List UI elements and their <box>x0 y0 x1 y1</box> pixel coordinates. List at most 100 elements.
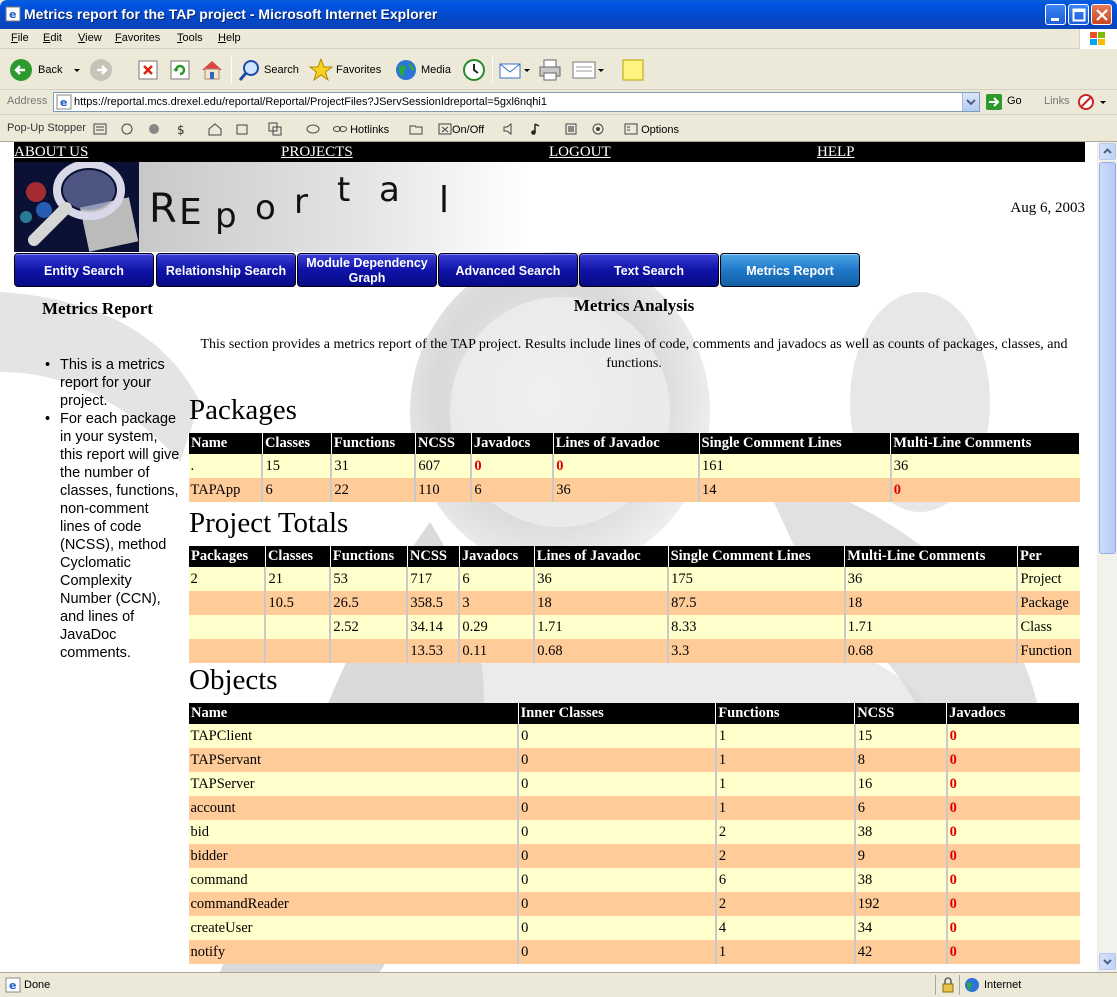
menu-edit[interactable]: Edit <box>43 32 62 44</box>
table-cell: 38 <box>853 868 947 892</box>
table-cell: 0 <box>945 748 1080 772</box>
links-label[interactable]: Links <box>1044 95 1070 107</box>
table-row: TAPServer 0 1 16 0 <box>188 772 1080 796</box>
options-button[interactable]: Options <box>624 122 679 136</box>
table-cell: 6 <box>714 868 855 892</box>
metrics-report-button[interactable]: Metrics Report <box>720 253 860 287</box>
scroll-down-button[interactable] <box>1099 953 1116 970</box>
edit-page-icon <box>572 61 604 79</box>
scroll-up-button[interactable] <box>1099 143 1116 160</box>
table-row: 13.53 0.11 0.68 3.3 0.68 Function <box>188 639 1080 663</box>
popup-tool-14-icon[interactable] <box>591 122 605 136</box>
table-cell: 2 <box>188 567 266 591</box>
table-cell: 717 <box>406 567 460 591</box>
title-bar[interactable]: e Metrics report for the TAP project - M… <box>0 0 1117 29</box>
entity-search-button[interactable]: Entity Search <box>14 253 154 287</box>
stop-button[interactable] <box>136 57 162 83</box>
maximize-icon <box>1072 8 1086 22</box>
table-cell: 0.11 <box>458 639 535 663</box>
table-cell <box>188 615 266 639</box>
popup-tool-8-icon[interactable] <box>306 122 320 136</box>
search-button[interactable]: Search <box>237 57 301 83</box>
table-cell: 87.5 <box>667 591 845 615</box>
table-cell: . <box>188 454 263 478</box>
menu-favorites[interactable]: Favorites <box>115 32 160 44</box>
hotlinks-button[interactable]: Hotlinks <box>333 122 389 136</box>
history-button[interactable] <box>461 57 487 83</box>
media-button[interactable]: Media <box>393 57 455 83</box>
sidebar-title: Metrics Report <box>42 299 153 318</box>
table-header-row: Packages Classes Functions NCSS Javadocs Line… <box>188 546 1081 567</box>
home-button[interactable] <box>199 57 225 83</box>
menu-help[interactable]: Help <box>218 32 241 44</box>
menu-tools[interactable]: Tools <box>177 32 203 44</box>
address-input[interactable]: e https://reportal.mcs.drexel.edu/report… <box>53 92 980 112</box>
table-cell: bidder <box>188 844 519 868</box>
table-cell: 2.52 <box>329 615 408 639</box>
internet-globe-icon <box>965 978 979 992</box>
close-icon <box>1096 9 1108 21</box>
back-button[interactable]: Back <box>8 57 68 83</box>
back-dropdown-icon[interactable] <box>72 57 86 83</box>
column-header: NCSS <box>414 433 472 454</box>
advanced-search-button[interactable]: Advanced Search <box>438 253 578 287</box>
forward-button[interactable] <box>88 57 124 83</box>
home-small-icon[interactable] <box>208 122 222 136</box>
menu-file[interactable]: File <box>11 32 29 44</box>
edit-button[interactable] <box>571 57 607 83</box>
relationship-search-button[interactable]: Relationship Search <box>156 253 296 287</box>
mail-button[interactable] <box>498 57 532 83</box>
list-item: This is a metrics report for your projec… <box>42 356 182 410</box>
options-icon <box>624 123 638 135</box>
sound-icon[interactable] <box>502 122 516 136</box>
dollar-icon[interactable]: $ <box>174 122 188 136</box>
table-cell: 6 <box>853 796 947 820</box>
notes-button[interactable] <box>620 57 646 83</box>
folder-icon[interactable] <box>409 122 423 136</box>
close-button[interactable] <box>1091 4 1112 25</box>
column-header: Name <box>188 703 519 724</box>
address-dropdown-button[interactable] <box>962 93 979 111</box>
table-cell: 36 <box>533 567 669 591</box>
table-row: TAPApp 6 22 110 6 36 14 0 <box>188 478 1080 502</box>
refresh-button[interactable] <box>168 57 194 83</box>
vertical-scrollbar[interactable] <box>1097 142 1117 972</box>
favorites-button[interactable]: Favorites <box>308 57 388 83</box>
popup-tool-13-icon[interactable] <box>564 122 578 136</box>
column-header: Javadocs <box>946 703 1080 724</box>
onoff-button[interactable]: On/Off <box>438 122 484 136</box>
table-cell <box>329 639 408 663</box>
table-cell: 6 <box>458 567 535 591</box>
popup-tool-6-icon[interactable] <box>235 122 249 136</box>
logout-link[interactable]: LOGOUT <box>549 144 611 161</box>
popup-tool-2-icon[interactable] <box>120 122 134 136</box>
music-note-icon[interactable] <box>529 122 543 136</box>
column-header: Javadocs <box>458 546 535 567</box>
popup-tool-3-icon[interactable] <box>147 122 161 136</box>
projects-link[interactable]: PROJECTS <box>281 144 353 161</box>
table-cell: 36 <box>889 454 1080 478</box>
table-row: TAPServant 0 1 8 0 <box>188 748 1080 772</box>
minimize-icon <box>1051 18 1059 21</box>
column-header: NCSS <box>406 546 460 567</box>
popup-tool-1-icon[interactable] <box>93 122 107 136</box>
text-search-button[interactable]: Text Search <box>579 253 719 287</box>
popup-tool-7-icon[interactable] <box>268 122 282 136</box>
table-cell: 0 <box>945 772 1080 796</box>
popup-blocker-icon[interactable] <box>1078 94 1112 110</box>
svg-text:e: e <box>9 8 16 21</box>
about-us-link[interactable]: ABOUT US <box>14 144 88 161</box>
maximize-button[interactable] <box>1068 4 1089 25</box>
minimize-button[interactable] <box>1045 4 1066 25</box>
menu-view[interactable]: View <box>78 32 102 44</box>
scroll-thumb[interactable] <box>1099 162 1116 554</box>
table-cell: 8 <box>853 748 947 772</box>
go-button[interactable]: Go <box>985 93 1035 112</box>
print-button[interactable] <box>537 57 563 83</box>
table-row: 2 21 53 717 6 36 175 36 Project <box>188 567 1080 591</box>
table-cell: 0 <box>889 478 1080 502</box>
column-header: Javadocs <box>470 433 554 454</box>
module-dependency-graph-button[interactable]: Module Dependency Graph <box>297 253 437 287</box>
table-cell: 0 <box>517 892 716 916</box>
help-link[interactable]: HELP <box>817 144 855 161</box>
